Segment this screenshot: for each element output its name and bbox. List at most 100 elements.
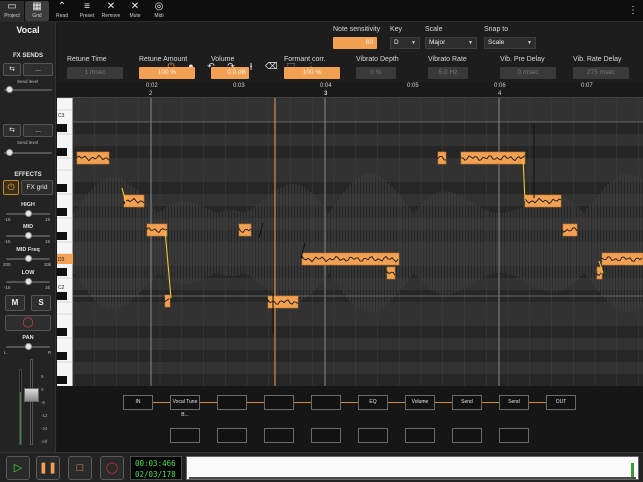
grid-button[interactable]: ▦ Grid [25, 1, 49, 21]
grid-icon: ▦ [32, 1, 42, 12]
black-key[interactable] [57, 292, 67, 300]
play-button[interactable]: ▷ [6, 456, 30, 480]
note-sensitivity-field[interactable]: 60 [333, 37, 377, 49]
effects-power-button[interactable]: ⏻ [3, 180, 19, 195]
waveform-bar [391, 186, 393, 300]
scale-label: Scale [425, 26, 443, 33]
remove-icon: ✕ [106, 1, 116, 12]
black-key[interactable] [57, 232, 67, 240]
fx-slot[interactable]: Volume [405, 395, 435, 410]
preset-button[interactable]: ≡ Preset [75, 1, 99, 21]
waveform-bar [193, 203, 195, 283]
waveform-bar [226, 210, 228, 276]
overview-waveform[interactable] [186, 456, 639, 480]
fx-empty-slot[interactable] [217, 428, 247, 443]
fx-slot[interactable] [264, 395, 294, 410]
eq-mid-knob[interactable] [24, 232, 32, 239]
pan-knob[interactable] [24, 343, 32, 350]
send-routing-button-2[interactable]: ⇆ [3, 124, 21, 137]
stop-button[interactable]: □ [68, 456, 92, 480]
send-routing-button[interactable]: ⇆ [3, 63, 21, 76]
eq-high-knob[interactable] [24, 210, 32, 217]
black-key[interactable] [57, 376, 67, 384]
piano-keyboard[interactable]: C3 D3 C2 [57, 98, 73, 386]
fx-empty-slot[interactable] [452, 428, 482, 443]
record-arm-button[interactable]: ◯ [5, 315, 51, 331]
fx-slot[interactable]: EQ [358, 395, 388, 410]
waveform-bar [619, 175, 621, 311]
midi-button[interactable]: ◎ Midi [147, 1, 171, 21]
retune-time-field[interactable]: 1 msec [67, 67, 123, 79]
send-level-knob[interactable] [6, 86, 14, 93]
volume-field[interactable]: 0.0 dB [211, 67, 249, 79]
waveform-bar [349, 184, 351, 302]
fx-slot[interactable] [311, 395, 341, 410]
vertical-menu-icon[interactable]: ⋮ [628, 5, 638, 17]
waveform-bar [526, 203, 528, 283]
waveform-bar [523, 205, 525, 281]
mute-toggle-button[interactable]: M [5, 295, 25, 311]
send-select-button-2[interactable]: ... [23, 124, 53, 137]
project-button[interactable]: ▭ Project [0, 1, 24, 21]
fx-slot[interactable]: OUT [546, 395, 576, 410]
record-button[interactable]: ◯ [100, 456, 124, 480]
fx-slot[interactable]: Vocal Tune B... [170, 395, 200, 418]
pause-button[interactable]: ❚❚ [36, 456, 60, 480]
black-key[interactable] [57, 124, 67, 132]
snap-to-select[interactable]: Scale ▼ [484, 37, 536, 49]
scale-select[interactable]: Major ▼ [425, 37, 477, 49]
remove-button[interactable]: ✕ Remove [99, 1, 123, 21]
snap-to-value: Scale [488, 39, 505, 46]
black-key[interactable] [57, 148, 67, 156]
fx-slot[interactable]: Send [499, 395, 529, 410]
stop-icon: □ [76, 462, 84, 474]
volume-fader-track[interactable] [30, 359, 33, 445]
black-key[interactable] [57, 328, 67, 336]
key-select[interactable]: D ▼ [390, 37, 420, 49]
fx-empty-slot[interactable] [405, 428, 435, 443]
black-key[interactable] [57, 208, 67, 216]
piano-keys[interactable]: C3 D3 C2 [57, 98, 73, 386]
chevron-down-icon: ▼ [468, 40, 473, 46]
waveform-bar [415, 210, 417, 276]
vib-pre-delay-field[interactable]: 0 msec [500, 67, 556, 79]
black-key[interactable] [57, 352, 67, 360]
fx-slot[interactable] [217, 395, 247, 410]
retune-amount-field[interactable]: 100 % [139, 67, 195, 79]
fx-slot[interactable]: IN [123, 395, 153, 410]
note-grid[interactable] [73, 98, 643, 386]
waveform-bar [604, 187, 606, 299]
waveform-bar [142, 196, 144, 290]
waveform-bar [241, 212, 243, 274]
pitch-editor[interactable]: C3 D3 C2 [57, 98, 643, 386]
preset-icon: ≡ [84, 1, 90, 12]
fx-empty-slot[interactable] [170, 428, 200, 443]
send-level-knob-2[interactable] [6, 149, 14, 156]
fx-grid-button[interactable]: FX grid [21, 180, 53, 195]
formant-field[interactable]: 100 % [284, 67, 340, 79]
vibrato-depth-field[interactable]: 0 % [356, 67, 396, 79]
fx-slot[interactable]: Send [452, 395, 482, 410]
bar-label: 3 [324, 91, 328, 97]
solo-toggle-button[interactable]: S [31, 295, 51, 311]
waveform-bar [298, 184, 300, 302]
fx-empty-slot[interactable] [311, 428, 341, 443]
send-select-button[interactable]: ... [23, 63, 53, 76]
eq-mid-freq-knob[interactable] [24, 255, 32, 262]
black-key[interactable] [57, 268, 67, 276]
eq-low-knob[interactable] [24, 278, 32, 285]
fx-empty-slot[interactable] [358, 428, 388, 443]
read-button[interactable]: ⌃ Read [50, 1, 74, 21]
waveform-bar [484, 209, 486, 277]
waveform-bar [361, 175, 363, 311]
vib-rate-delay-field[interactable]: 275 msec [573, 67, 629, 79]
vibrato-rate-field[interactable]: 5.0 Hz [428, 67, 468, 79]
timeline-ruler[interactable]: 0:02 0:03 0:04 0:05 0:06 0:07 2 3 4 [57, 82, 643, 98]
mute-button[interactable]: ✕ Mute [123, 1, 147, 21]
fx-empty-slot[interactable] [264, 428, 294, 443]
volume-fader-knob[interactable] [24, 388, 39, 402]
fx-empty-slot[interactable] [499, 428, 529, 443]
black-key[interactable] [57, 184, 67, 192]
eraser-icon[interactable]: ⌫ [265, 60, 278, 72]
fader-scale: 6 0 -6 -12 -24 -inf [41, 374, 55, 454]
